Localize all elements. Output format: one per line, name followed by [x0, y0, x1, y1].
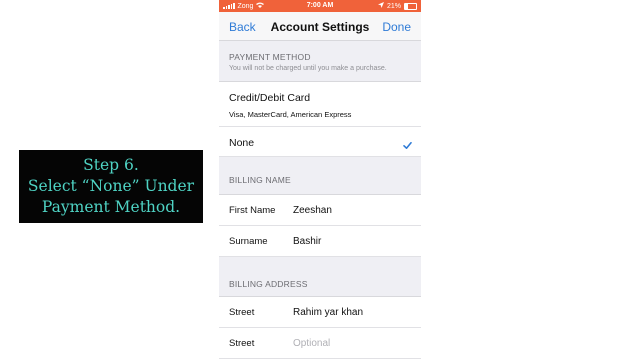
first-name-row[interactable]: First Name Zeeshan [219, 195, 421, 226]
payment-method-header: PAYMENT METHOD You will not be charged u… [219, 41, 421, 82]
billing-address-title: BILLING ADDRESS [229, 279, 308, 289]
none-label: None [229, 137, 255, 149]
status-right: 21% [377, 2, 417, 10]
battery-icon [404, 2, 417, 10]
street-row-2[interactable]: Street Optional [219, 328, 421, 359]
surname-row[interactable]: Surname Bashir [219, 226, 421, 257]
phone-screen: Zong 7:00 AM 21% Back Account Settings D… [219, 0, 421, 360]
caption-line-2: Select “None” Under [27, 177, 195, 195]
caption-line-1: Step 6. [83, 156, 139, 174]
first-name-label: First Name [229, 204, 276, 216]
caption-line-3: Payment Method. [41, 198, 181, 216]
credit-card-label: Credit/Debit Card [229, 92, 311, 104]
surname-label: Surname [229, 235, 268, 247]
billing-name-title: BILLING NAME [229, 175, 291, 185]
done-button[interactable]: Done [382, 20, 411, 34]
billing-address-header: BILLING ADDRESS [219, 257, 421, 297]
street-field-2[interactable]: Optional [293, 338, 330, 349]
surname-field[interactable]: Bashir [293, 236, 321, 247]
street-field-1[interactable]: Rahim yar khan [293, 307, 363, 318]
status-bar: Zong 7:00 AM 21% [219, 0, 421, 12]
street-label-2: Street [229, 337, 255, 349]
payment-option-none[interactable]: None [219, 127, 421, 157]
billing-name-header: BILLING NAME [219, 157, 421, 195]
payment-method-subtitle: You will not be charged until you make a… [229, 65, 387, 72]
payment-option-credit-card[interactable]: Credit/Debit Card Visa, MasterCard, Amer… [219, 82, 421, 127]
first-name-field[interactable]: Zeeshan [293, 205, 332, 216]
checkmark-icon [403, 137, 412, 149]
battery-percent: 21% [386, 2, 401, 10]
street-row-1[interactable]: Street Rahim yar khan [219, 297, 421, 328]
navigation-bar: Back Account Settings Done [219, 12, 421, 41]
location-icon [377, 2, 384, 10]
street-label-1: Street [229, 306, 255, 318]
credit-card-brands: Visa, MasterCard, American Express [229, 110, 352, 119]
tutorial-caption: Step 6. Select “None” Under Payment Meth… [19, 150, 203, 223]
payment-method-title: PAYMENT METHOD [229, 52, 311, 62]
